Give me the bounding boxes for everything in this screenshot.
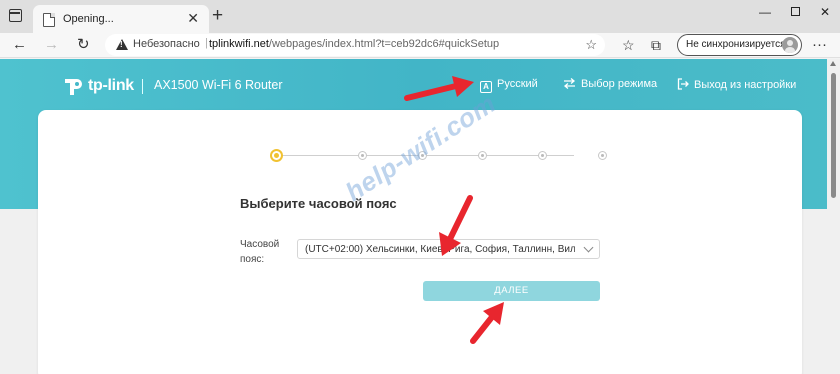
exit-setup-link[interactable]: Выход из настройки bbox=[677, 78, 796, 91]
chevron-down-icon bbox=[583, 242, 594, 253]
security-label[interactable]: Небезопасно bbox=[133, 38, 200, 50]
header-divider bbox=[142, 79, 143, 94]
mode-select-link[interactable]: Выбор режима bbox=[563, 78, 657, 90]
add-favorite-icon[interactable]: ☆ bbox=[585, 37, 597, 53]
tab-actions-icon[interactable] bbox=[9, 9, 22, 22]
maximize-button[interactable] bbox=[782, 3, 808, 21]
scroll-up-icon[interactable] bbox=[830, 61, 836, 66]
language-menu[interactable]: A Русский bbox=[480, 78, 538, 93]
browser-tab[interactable]: Opening... ✕ bbox=[33, 5, 209, 33]
warning-icon bbox=[116, 39, 128, 50]
step-5 bbox=[538, 151, 547, 160]
forward-arrow-icon[interactable]: → bbox=[44, 34, 59, 56]
mode-label: Выбор режима bbox=[581, 78, 658, 90]
step-6 bbox=[598, 151, 607, 160]
logo-text: tp-link bbox=[88, 77, 134, 94]
language-label: Русский bbox=[497, 78, 538, 90]
exit-label: Выход из настройки bbox=[694, 79, 797, 91]
maximize-icon bbox=[790, 7, 800, 16]
tab-title: Opening... bbox=[63, 13, 114, 25]
avatar bbox=[782, 37, 798, 53]
step-2 bbox=[358, 151, 367, 160]
timezone-label: Часовой пояс: bbox=[240, 239, 280, 265]
router-model: AX1500 Wi-Fi 6 Router bbox=[154, 78, 283, 92]
minimize-button[interactable]: — bbox=[752, 3, 778, 21]
favorites-icon[interactable]: ☆ bbox=[622, 36, 635, 54]
address-separator: | bbox=[205, 37, 208, 49]
profile-button[interactable]: Не синхронизируется bbox=[677, 34, 802, 56]
reload-icon[interactable]: ↻ bbox=[77, 34, 90, 56]
profile-label: Не синхронизируется bbox=[686, 39, 786, 50]
url-path: /webpages/index.html?t=ceb92dc6#quickSet… bbox=[268, 38, 500, 50]
tp-link-logo-icon bbox=[65, 79, 82, 95]
close-window-button[interactable]: ✕ bbox=[812, 3, 838, 21]
title-bar: Opening... ✕ + — ✕ bbox=[0, 0, 840, 33]
address-bar[interactable]: Небезопасно | tplinkwifi.net/webpages/in… bbox=[105, 34, 605, 56]
annotation-arrow-timezone bbox=[439, 195, 473, 256]
page-icon bbox=[43, 13, 55, 27]
more-menu-icon[interactable]: ··· bbox=[812, 35, 827, 55]
annotation-arrow-language bbox=[404, 76, 474, 101]
browser-toolbar: ← → ↻ Небезопасно | tplinkwifi.net/webpa… bbox=[0, 33, 840, 58]
page-content: tp-link AX1500 Wi-Fi 6 Router A Русский В… bbox=[0, 59, 840, 374]
collections-icon[interactable]: ⧉ bbox=[651, 36, 661, 54]
exit-icon bbox=[677, 78, 689, 90]
tab-close-icon[interactable]: ✕ bbox=[187, 10, 199, 26]
page-title: Выберите часовой пояс bbox=[240, 196, 397, 211]
annotation-arrow-next bbox=[470, 302, 504, 344]
switch-arrows-icon bbox=[563, 78, 576, 89]
url-text[interactable]: tplinkwifi.net/webpages/index.html?t=ceb… bbox=[209, 38, 499, 50]
step-1 bbox=[270, 149, 283, 162]
back-arrow-icon[interactable]: ← bbox=[12, 34, 27, 56]
scrollbar-thumb[interactable] bbox=[831, 73, 836, 198]
url-host: tplinkwifi.net bbox=[209, 38, 269, 50]
step-4 bbox=[478, 151, 487, 160]
new-tab-icon[interactable]: + bbox=[212, 6, 223, 26]
next-button[interactable]: ДАЛЕЕ bbox=[423, 281, 600, 301]
